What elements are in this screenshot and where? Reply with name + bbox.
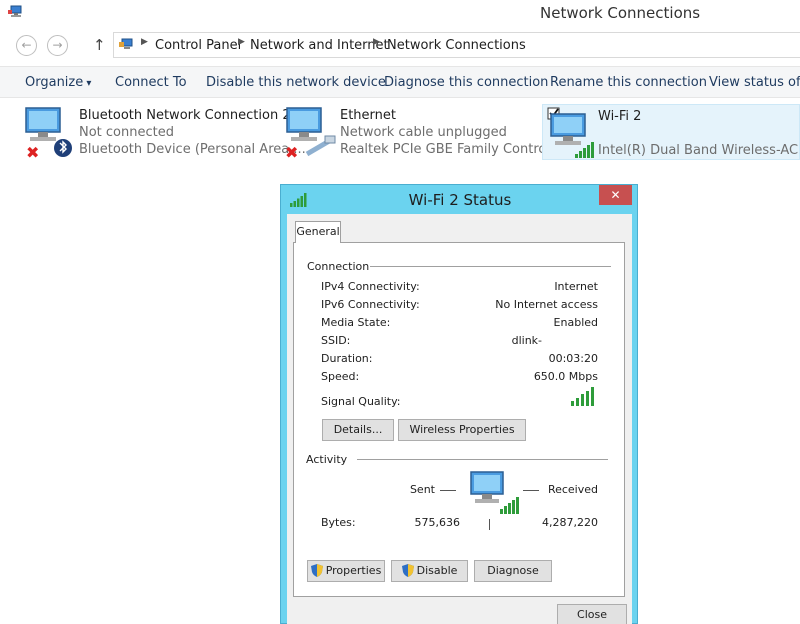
ipv6-value: No Internet access xyxy=(495,298,598,311)
network-adapter-icon: ✖ xyxy=(285,107,336,160)
control-panel-icon xyxy=(119,38,133,49)
sent-label: Sent xyxy=(409,483,435,496)
tab-general[interactable]: General xyxy=(295,221,341,243)
signal-bar xyxy=(576,397,579,406)
chevron-right-icon[interactable]: ▶ xyxy=(141,37,148,47)
media-state-value: Enabled xyxy=(553,316,598,329)
chevron-right-icon[interactable]: ▶ xyxy=(373,37,380,47)
details-button[interactable]: Details... xyxy=(322,419,394,441)
cable-plug-icon xyxy=(324,135,336,144)
ssid-value: dlink- xyxy=(511,334,542,347)
network-adapter-icon xyxy=(547,107,594,158)
duration-value: 00:03:20 xyxy=(548,352,598,365)
sent-dash xyxy=(440,490,456,491)
connection-device: Intel(R) Dual Band Wireless-AC 72... xyxy=(598,143,800,158)
divider xyxy=(370,266,611,267)
activity-heading: Activity xyxy=(306,453,348,466)
breadcrumb-control-panel[interactable]: Control Panel xyxy=(155,38,241,53)
organize-menu[interactable]: Organize xyxy=(25,75,91,90)
title-bar: Network Connections xyxy=(0,0,800,26)
wireless-properties-button[interactable]: Wireless Properties xyxy=(398,419,526,441)
duration-label: Duration: xyxy=(321,352,373,365)
uac-shield-icon xyxy=(310,564,323,577)
signal-quality-label: Signal Quality: xyxy=(321,395,401,408)
address-row: ← → ↑ ▶ Control Panel ▶ Network and Inte… xyxy=(0,30,800,60)
close-window-button[interactable]: ✕ xyxy=(599,185,632,205)
connection-item-ethernet[interactable]: ✖ Ethernet Network cable unplugged Realt… xyxy=(285,104,567,160)
received-dash xyxy=(523,490,539,491)
disable-label: Disable xyxy=(416,564,458,577)
connection-device: Realtek PCIe GBE Family Controller xyxy=(340,142,567,157)
uac-shield-icon xyxy=(401,564,414,577)
back-button[interactable]: ← xyxy=(16,35,37,56)
speed-label: Speed: xyxy=(321,370,360,383)
rename-connection-button[interactable]: Rename this connection xyxy=(550,75,707,90)
network-connections-icon xyxy=(8,5,22,17)
signal-quality-icon xyxy=(571,387,595,406)
disable-button[interactable]: Disable xyxy=(391,560,468,582)
bytes-sent-value: 575,636 xyxy=(414,516,461,529)
connection-heading: Connection xyxy=(307,260,370,273)
signal-bar xyxy=(571,401,574,406)
close-button[interactable]: Close xyxy=(557,604,627,624)
up-button[interactable]: ↑ xyxy=(93,36,106,54)
dialog-title: Wi-Fi 2 Status xyxy=(408,191,512,209)
received-label: Received xyxy=(547,483,598,496)
breadcrumb-network-connections[interactable]: Network Connections xyxy=(387,38,526,53)
divider xyxy=(357,459,608,460)
network-activity-icon xyxy=(470,471,519,514)
connection-status: Not connected xyxy=(79,125,174,140)
dialog-body: General Connection IPv4 Connectivity: In… xyxy=(287,214,632,624)
signal-bar xyxy=(591,387,594,406)
disable-device-button[interactable]: Disable this network device xyxy=(206,75,386,90)
bytes-received-value: 4,287,220 xyxy=(542,516,598,529)
connection-item-bluetooth[interactable]: ✖ Bluetooth Network Connection 2 Not con… xyxy=(24,104,306,160)
connect-to-button[interactable]: Connect To xyxy=(115,75,187,90)
window-title: Network Connections xyxy=(540,4,701,22)
signal-bar xyxy=(581,394,584,406)
breadcrumb-network-and-internet[interactable]: Network and Internet xyxy=(250,38,389,53)
red-x-icon: ✖ xyxy=(26,143,39,160)
signal-bar xyxy=(586,390,589,406)
connection-name: Bluetooth Network Connection 2 xyxy=(79,108,291,123)
connection-name: Wi-Fi 2 xyxy=(598,109,642,124)
command-bar: Organize Connect To Disable this network… xyxy=(0,66,800,98)
connection-device: Bluetooth Device (Personal Area ... xyxy=(79,142,306,157)
wifi-status-dialog: Wi-Fi 2 Status ✕ General Connection IPv4… xyxy=(280,184,638,624)
bytes-label: Bytes: xyxy=(321,516,356,529)
address-bar[interactable]: ▶ Control Panel ▶ Network and Internet ▶… xyxy=(113,32,800,58)
speed-value: 650.0 Mbps xyxy=(533,370,598,383)
ipv4-value: Internet xyxy=(554,280,598,293)
network-adapter-icon: ✖ xyxy=(25,107,72,160)
red-x-icon: ✖ xyxy=(285,143,298,160)
diagnose-connection-button[interactable]: Diagnose this connection xyxy=(384,75,548,90)
ipv4-label: IPv4 Connectivity: xyxy=(321,280,420,293)
ipv6-label: IPv6 Connectivity: xyxy=(321,298,420,311)
properties-label: Properties xyxy=(325,564,382,577)
activity-divider xyxy=(489,519,490,530)
chevron-right-icon[interactable]: ▶ xyxy=(238,37,245,47)
view-status-button[interactable]: View status of thi xyxy=(709,75,800,90)
properties-button[interactable]: Properties xyxy=(307,560,385,582)
connection-name: Ethernet xyxy=(340,108,396,123)
general-panel: Connection IPv4 Connectivity: Internet I… xyxy=(293,242,625,597)
connection-item-wifi-2[interactable]: Wi-Fi 2 Intel(R) Dual Band Wireless-AC 7… xyxy=(542,104,800,160)
connection-status: Network cable unplugged xyxy=(340,125,507,140)
ssid-label: SSID: xyxy=(321,334,351,347)
diagnose-button[interactable]: Diagnose xyxy=(474,560,552,582)
forward-button[interactable]: → xyxy=(47,35,68,56)
media-state-label: Media State: xyxy=(321,316,391,329)
